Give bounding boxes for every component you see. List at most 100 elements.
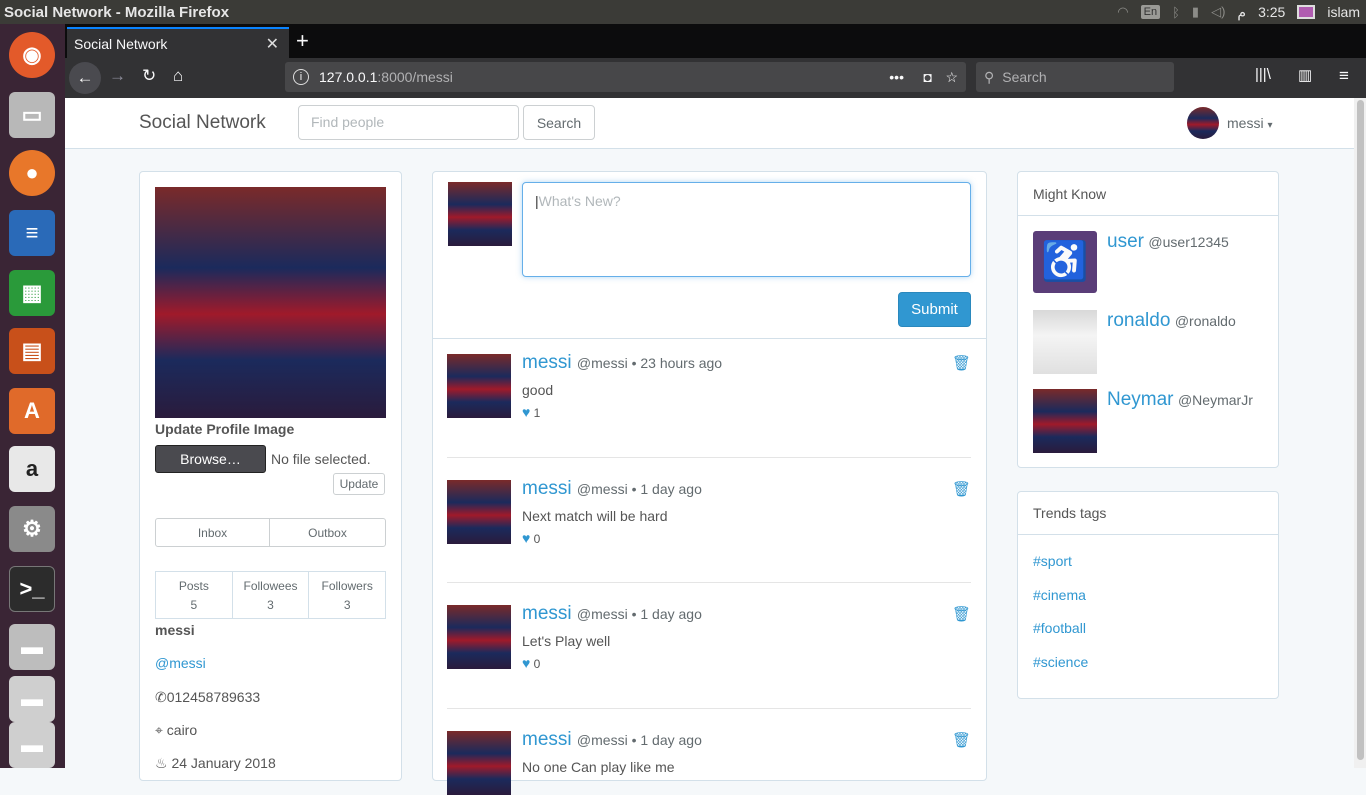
window-title: Social Network - Mozilla Firefox bbox=[4, 3, 230, 21]
drive-icon[interactable]: ▬ bbox=[9, 624, 55, 670]
user-menu-name: messi bbox=[1227, 115, 1264, 131]
stat-label: Followers bbox=[321, 579, 373, 593]
birthday-cake-icon: ♨ bbox=[155, 755, 172, 771]
post-body: Next match will be hard bbox=[522, 508, 668, 524]
files-icon[interactable]: ▭ bbox=[9, 92, 55, 138]
suggest-name[interactable]: ronaldo bbox=[1107, 310, 1170, 331]
composer-avatar bbox=[448, 182, 512, 246]
profile-handle[interactable]: @messi bbox=[155, 655, 206, 671]
stat-label: Posts bbox=[178, 579, 209, 593]
heart-icon[interactable]: ♥ bbox=[522, 404, 530, 420]
menu-icon[interactable]: ≡ bbox=[1339, 66, 1349, 86]
reload-icon[interactable]: ↻ bbox=[142, 66, 156, 86]
terminal-icon[interactable]: >_ bbox=[9, 566, 55, 612]
sidebar-icon[interactable]: ▥ bbox=[1298, 66, 1312, 84]
trend-tag[interactable]: #cinema bbox=[1033, 587, 1086, 603]
suggest-avatar[interactable] bbox=[1033, 389, 1097, 453]
suggest-name[interactable]: Neymar bbox=[1107, 389, 1174, 410]
might-know-title: Might Know bbox=[1033, 186, 1107, 202]
outbox-button[interactable]: Outbox bbox=[269, 518, 386, 547]
trash-icon[interactable]: 🗑 bbox=[952, 354, 971, 372]
new-tab-icon[interactable]: + bbox=[296, 28, 309, 54]
submit-button[interactable]: Submit bbox=[898, 292, 971, 327]
url-path: :8000/messi bbox=[377, 69, 453, 85]
writer-icon[interactable]: ≡ bbox=[9, 210, 55, 256]
firefox-icon[interactable]: ● bbox=[9, 150, 55, 196]
suggest-avatar[interactable] bbox=[1033, 310, 1097, 374]
suggest-name[interactable]: user bbox=[1107, 231, 1144, 252]
impress-icon[interactable]: ▤ bbox=[9, 328, 55, 374]
post-textarea[interactable]: |What's New? bbox=[522, 182, 971, 277]
stat-followers[interactable]: Followers 3 bbox=[309, 572, 385, 618]
user-icon[interactable] bbox=[1297, 5, 1316, 19]
post-avatar[interactable] bbox=[447, 605, 511, 669]
divider bbox=[433, 338, 986, 339]
info-icon[interactable]: i bbox=[293, 69, 309, 85]
profile-name: messi bbox=[155, 622, 195, 638]
browse-button[interactable]: Browse… bbox=[155, 445, 266, 473]
tab-social-network[interactable]: Social Network ✕ bbox=[67, 27, 289, 58]
post-avatar[interactable] bbox=[447, 731, 511, 795]
language-indicator[interactable]: En bbox=[1140, 5, 1161, 19]
find-people-input[interactable]: Find people bbox=[298, 105, 519, 140]
post-author[interactable]: messi bbox=[522, 478, 572, 499]
stat-label: Followees bbox=[243, 579, 298, 593]
drive-icon[interactable]: ▬ bbox=[9, 676, 55, 722]
back-icon[interactable]: ← bbox=[69, 62, 101, 94]
ubuntu-dash-icon[interactable]: ◉ bbox=[9, 32, 55, 78]
volume-icon[interactable]: ◁) bbox=[1211, 4, 1225, 20]
calc-icon[interactable]: ▦ bbox=[9, 270, 55, 316]
software-center-icon[interactable]: A bbox=[9, 388, 55, 434]
page-actions-icon[interactable]: ••• bbox=[889, 69, 904, 85]
clock[interactable]: 3:25 bbox=[1258, 4, 1285, 20]
library-icon[interactable]: |||\ bbox=[1255, 66, 1271, 83]
trend-tag[interactable]: #sport bbox=[1033, 553, 1072, 569]
amazon-icon[interactable]: a bbox=[9, 446, 55, 492]
post-body: No one Can play like me bbox=[522, 759, 675, 775]
clock-ampm: م bbox=[1237, 3, 1247, 20]
inbox-button[interactable]: Inbox bbox=[155, 518, 270, 547]
post-meta: @messi • 1 day ago bbox=[576, 481, 702, 497]
battery-icon[interactable]: ▮ bbox=[1192, 4, 1199, 20]
stat-posts[interactable]: Posts 5 bbox=[156, 572, 233, 618]
post-author[interactable]: messi bbox=[522, 352, 572, 373]
stat-value: 3 bbox=[267, 598, 274, 612]
update-image-button[interactable]: Update bbox=[333, 473, 385, 495]
settings-icon[interactable]: ⚙ bbox=[9, 506, 55, 552]
trend-tag[interactable]: #science bbox=[1033, 654, 1088, 670]
url-host: 127.0.0.1 bbox=[319, 69, 378, 85]
stat-followees[interactable]: Followees 3 bbox=[233, 572, 310, 618]
trash-icon[interactable]: 🗑 bbox=[952, 731, 971, 749]
wheelchair-avatar-icon[interactable]: ♿ bbox=[1033, 231, 1097, 293]
file-status: No file selected. bbox=[271, 451, 371, 467]
url-bar[interactable]: i 127.0.0.1 :8000/messi ••• ◘ ☆ bbox=[285, 62, 966, 92]
heart-icon[interactable]: ♥ bbox=[522, 530, 530, 546]
wifi-icon[interactable]: ◠ bbox=[1117, 4, 1128, 20]
session-user[interactable]: islam bbox=[1327, 4, 1360, 20]
browser-search-input[interactable]: ⚲ Search bbox=[976, 62, 1174, 92]
avatar[interactable] bbox=[1187, 107, 1219, 139]
post-avatar[interactable] bbox=[447, 354, 511, 418]
bookmark-star-icon[interactable]: ☆ bbox=[945, 69, 958, 86]
post-author[interactable]: messi bbox=[522, 603, 572, 624]
trash-icon[interactable]: 🗑 bbox=[952, 605, 971, 623]
post-author[interactable]: messi bbox=[522, 729, 572, 750]
heart-icon[interactable]: ♥ bbox=[522, 655, 530, 671]
like-count: 0 bbox=[533, 532, 541, 546]
trend-tag[interactable]: #football bbox=[1033, 620, 1086, 636]
pocket-icon[interactable]: ◘ bbox=[924, 69, 932, 85]
close-tab-icon[interactable]: ✕ bbox=[266, 34, 279, 54]
home-icon[interactable]: ⌂ bbox=[173, 66, 183, 86]
suggest-handle: @NeymarJr bbox=[1177, 392, 1253, 408]
forward-icon[interactable]: → bbox=[109, 66, 126, 86]
bluetooth-icon[interactable]: ᛒ bbox=[1172, 5, 1180, 20]
post-avatar[interactable] bbox=[447, 480, 511, 544]
user-menu[interactable]: messi ▾ bbox=[1227, 115, 1272, 131]
search-button[interactable]: Search bbox=[523, 105, 595, 140]
trash-drive-icon[interactable]: ▬ bbox=[9, 722, 55, 768]
trash-icon[interactable]: 🗑 bbox=[952, 480, 971, 498]
post-body: Let's Play well bbox=[522, 633, 611, 649]
divider bbox=[1018, 534, 1278, 535]
page-scrollbar-thumb[interactable] bbox=[1357, 100, 1364, 760]
site-brand[interactable]: Social Network bbox=[139, 112, 266, 134]
